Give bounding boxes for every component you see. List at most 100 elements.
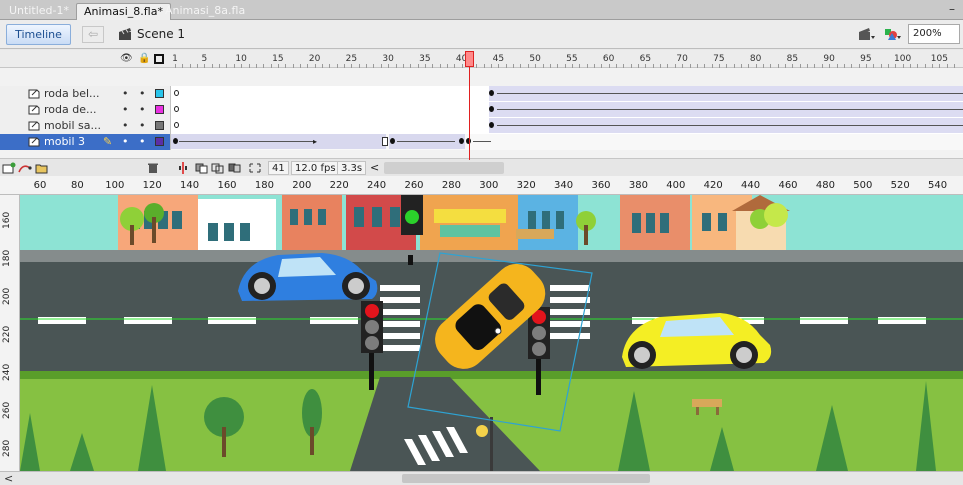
onion-outline-icon[interactable]	[211, 162, 225, 174]
timeline-toggle-button[interactable]: Timeline	[6, 24, 71, 45]
ruler-number: 440	[741, 180, 761, 191]
frame-tick	[740, 64, 742, 68]
stage-canvas[interactable]	[20, 195, 963, 471]
visibility-dot[interactable]: •	[122, 135, 129, 148]
frame-tick	[336, 64, 338, 68]
layer-label-area[interactable]: mobil sa... • •	[0, 118, 171, 134]
frame-tick	[439, 64, 441, 68]
modify-markers-icon[interactable]	[248, 162, 262, 174]
lock-dot[interactable]: •	[139, 119, 146, 132]
frame-tick	[608, 64, 610, 68]
layer-label-area[interactable]: roda de... • •	[0, 102, 171, 118]
frame-tick	[851, 64, 853, 68]
frame-tick	[189, 64, 191, 68]
new-folder-icon[interactable]	[35, 162, 49, 174]
layer-row-roda-depan[interactable]: roda de... • •	[0, 102, 963, 118]
layer-frames[interactable]	[171, 86, 963, 102]
layer-row-roda-belakang[interactable]: roda bel... • •	[0, 86, 963, 102]
frame-tick	[329, 64, 331, 68]
motion-guide-icon[interactable]	[18, 162, 32, 174]
frame-rate-field[interactable]: 12.0 fps	[291, 161, 340, 175]
lock-dot[interactable]: •	[139, 87, 146, 100]
edit-symbols-icon[interactable]	[858, 26, 876, 42]
frame-tick	[792, 64, 794, 68]
center-frame-icon[interactable]	[176, 162, 190, 174]
timeline-scrollbar-thumb[interactable]	[384, 162, 504, 174]
new-layer-icon[interactable]	[2, 162, 16, 174]
tab-untitled-1[interactable]: Untitled-1*	[2, 3, 76, 20]
outline-icon[interactable]	[154, 54, 164, 64]
layer-label-area[interactable]: roda bel... • •	[0, 86, 171, 102]
lock-dot[interactable]: •	[139, 103, 146, 116]
layer-outline-color[interactable]	[155, 121, 164, 130]
frame-tick	[880, 64, 882, 68]
frame-tick	[917, 64, 919, 68]
tab-animasi-8[interactable]: Animasi_8.fla*	[76, 3, 171, 20]
layer-outline-color[interactable]	[155, 89, 164, 98]
frame-tick	[513, 64, 515, 68]
frame-tick	[388, 64, 390, 68]
frame-tick	[954, 64, 956, 68]
frame-tick	[821, 64, 823, 68]
frame-number: 25	[345, 54, 358, 64]
frame-number: 30	[382, 54, 394, 64]
ruler-number: 500	[853, 180, 873, 191]
onion-skin-icon[interactable]	[195, 162, 209, 174]
visibility-dot[interactable]: •	[122, 119, 129, 132]
edit-multiple-frames-icon[interactable]	[228, 162, 242, 174]
current-frame-field[interactable]: 41	[268, 161, 289, 175]
minimize-button[interactable]: –	[949, 2, 955, 16]
scrollbar-thumb[interactable]	[402, 474, 650, 483]
layer-frames[interactable]: ▸	[171, 134, 963, 150]
buildings	[118, 195, 790, 251]
visibility-dot[interactable]: •	[122, 87, 129, 100]
frame-tick	[263, 64, 265, 68]
scroll-left-arrow[interactable]: <	[4, 472, 13, 485]
frame-tick	[204, 64, 206, 68]
timeline-scroll-left[interactable]: <	[370, 161, 379, 174]
zoom-select[interactable]: 200%	[908, 24, 960, 44]
frame-tick	[829, 64, 831, 68]
frame-tick	[299, 64, 301, 68]
ruler-number: 240	[367, 180, 387, 191]
back-arrow-icon[interactable]: ⇦	[82, 26, 104, 43]
layer-frames[interactable]	[171, 118, 963, 134]
tab-animasi-8a[interactable]: Animasi_8a.fla	[158, 3, 252, 20]
frame-tick	[461, 64, 463, 68]
flash-editor: Untitled-1* Animasi_8.fla* Animasi_8a.fl…	[0, 0, 963, 485]
frame-tick	[351, 64, 353, 68]
elapsed-time-field[interactable]: 3.3s	[337, 161, 367, 175]
edit-scene-icon[interactable]	[884, 26, 902, 42]
layer-label-area[interactable]: mobil 3 ✎ • •	[0, 134, 171, 150]
layer-row-mobil-3[interactable]: mobil 3 ✎ • • ▸	[0, 134, 963, 150]
layer-outline-color[interactable]	[155, 137, 164, 146]
frame-tick	[241, 64, 243, 68]
visibility-dot[interactable]: •	[122, 103, 129, 116]
frame-tick	[785, 64, 787, 68]
layer-frames[interactable]	[171, 102, 963, 118]
delete-layer-icon[interactable]	[146, 162, 160, 174]
frame-number: 45	[492, 54, 505, 64]
ruler-number: 340	[554, 180, 574, 191]
layer-outline-color[interactable]	[155, 105, 164, 114]
frame-tick	[395, 64, 397, 68]
frame-ruler[interactable]: 1 5 10 15 20 25 30 35 40 45 50 55 60 65 70 75 80 85 90 95 10…	[171, 50, 963, 68]
frame-tick	[446, 64, 448, 68]
ruler-number: 180	[2, 249, 12, 267]
lock-dot[interactable]: •	[139, 135, 146, 148]
ruler-number: 300	[479, 180, 499, 191]
frame-number: 70	[676, 54, 688, 64]
frame-tick	[380, 64, 382, 68]
frame-tick	[755, 64, 757, 68]
layer-name: mobil 3	[44, 135, 86, 148]
frame-tick	[799, 64, 801, 68]
layer-row-mobil-samping[interactable]: mobil sa... • •	[0, 118, 963, 134]
ruler-number: 420	[703, 180, 723, 191]
frame-tick	[946, 64, 948, 68]
eye-icon[interactable]: 👁	[120, 53, 133, 64]
frame-number: 95	[860, 54, 872, 64]
playhead-marker[interactable]	[465, 51, 474, 67]
lock-icon[interactable]: 🔒	[138, 53, 150, 64]
scene-name: Scene 1	[137, 27, 186, 41]
stage-horizontal-scrollbar[interactable]: <	[0, 471, 963, 485]
